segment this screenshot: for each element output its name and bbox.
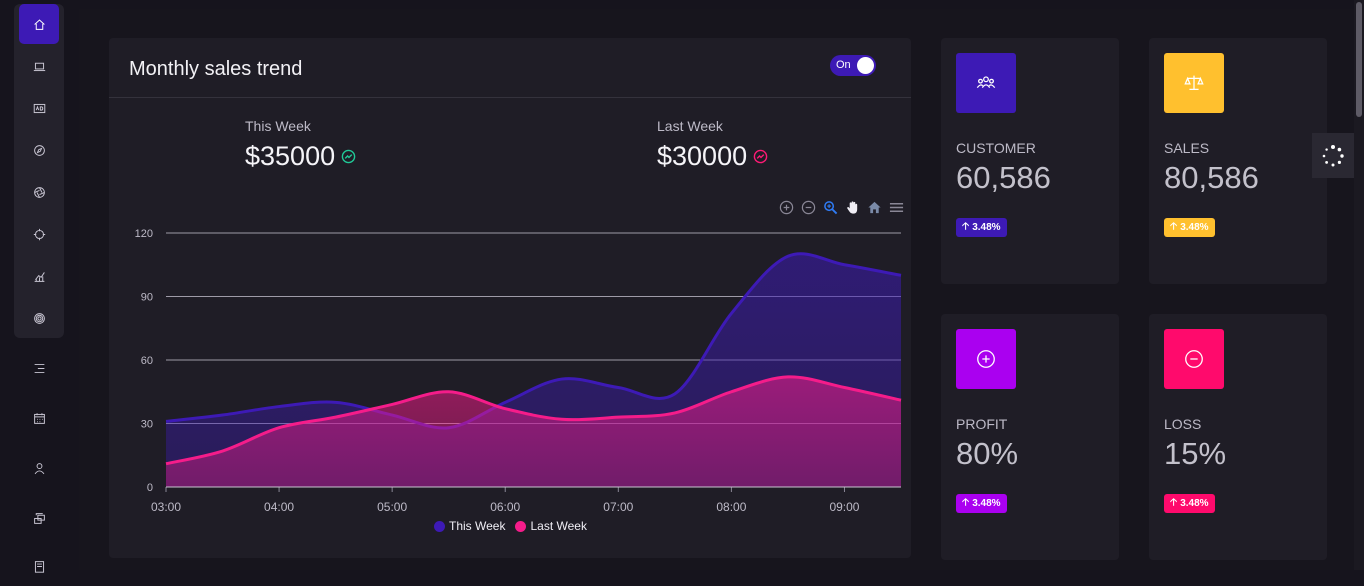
customer-label: CUSTOMER: [956, 140, 1036, 156]
sidebar-item-compass[interactable]: [19, 130, 59, 170]
sidebar-item-document[interactable]: [19, 546, 59, 586]
menu-icon: [33, 362, 46, 375]
sidebar-item-ads[interactable]: [19, 88, 59, 128]
loss-growth-badge: 🡡3.48%: [1164, 494, 1215, 513]
sales-icon-box: [1164, 53, 1224, 113]
page-scrollbar[interactable]: [1354, 0, 1364, 570]
arrow-up-icon: 🡡: [1170, 495, 1177, 512]
customer-growth-value: 3.48%: [972, 222, 1000, 233]
sidebar-item-user[interactable]: [19, 448, 59, 488]
y-tick-label: 0: [147, 482, 153, 494]
x-tick-label: 06:00: [490, 500, 520, 514]
ad-icon: [33, 102, 46, 115]
sales-label: SALES: [1164, 140, 1209, 156]
sales-trend-card: Monthly sales trend On This Week $35000 …: [109, 38, 911, 558]
spinner-icon: [1321, 144, 1345, 168]
loss-card: LOSS 15% 🡡3.48%: [1149, 314, 1327, 560]
sidebar-item-home[interactable]: [19, 4, 59, 44]
customer-icon-box: [956, 53, 1016, 113]
crosshair-icon: [33, 228, 46, 241]
x-tick-label: 07:00: [603, 500, 633, 514]
laptop-icon: [33, 60, 46, 73]
minus-circle-icon: [1183, 348, 1205, 370]
legend-item-last-week[interactable]: Last Week: [515, 519, 586, 533]
y-tick-label: 30: [141, 419, 153, 431]
chart-legend: This Week Last Week: [434, 519, 587, 533]
y-tick-label: 120: [135, 228, 153, 240]
arrow-up-icon: 🡡: [962, 219, 969, 236]
x-tick-label: 09:00: [829, 500, 859, 514]
legend-label-last-week: Last Week: [530, 519, 586, 533]
user-icon: [33, 462, 46, 475]
loss-icon-box: [1164, 329, 1224, 389]
plus-circle-icon: [975, 348, 997, 370]
legend-label-this-week: This Week: [449, 519, 505, 533]
sidebar-item-charts[interactable]: [19, 256, 59, 296]
x-tick-label: 05:00: [377, 500, 407, 514]
legend-item-this-week[interactable]: This Week: [434, 519, 505, 533]
x-tick-label: 03:00: [151, 500, 181, 514]
target-icon: [33, 312, 46, 325]
loss-label: LOSS: [1164, 416, 1201, 432]
loss-value: 15%: [1164, 436, 1226, 472]
chart-icon: [33, 270, 46, 283]
profit-growth-value: 3.48%: [972, 498, 1000, 509]
profit-value: 80%: [956, 436, 1018, 472]
loss-growth-value: 3.48%: [1180, 498, 1208, 509]
scale-icon: [1183, 72, 1205, 94]
customer-growth-badge: 🡡3.48%: [956, 218, 1007, 237]
customer-card: CUSTOMER 60,586 🡡3.48%: [941, 38, 1119, 284]
profit-growth-badge: 🡡3.48%: [956, 494, 1007, 513]
x-tick-label: 08:00: [716, 500, 746, 514]
aperture-icon: [33, 186, 46, 199]
sidebar-item-calendar[interactable]: [19, 398, 59, 438]
sales-area-chart: 0 30 60 90 120 03:00 04:00 05:00 06:00 07:00 08:00…: [109, 38, 911, 518]
arrow-up-icon: 🡡: [1170, 219, 1177, 236]
legend-marker-last-week: [515, 521, 526, 532]
sidebar-item-laptop[interactable]: [19, 46, 59, 86]
sales-card: SALES 80,586 🡡3.48%: [1149, 38, 1327, 284]
legend-marker-this-week: [434, 521, 445, 532]
layers-icon: [33, 512, 46, 525]
scrollbar-thumb[interactable]: [1356, 2, 1362, 117]
sidebar-nav-group: [14, 4, 64, 338]
profit-label: PROFIT: [956, 416, 1007, 432]
sidebar-item-target[interactable]: [19, 298, 59, 338]
users-icon: [975, 72, 997, 94]
profit-icon-box: [956, 329, 1016, 389]
sales-growth-badge: 🡡3.48%: [1164, 218, 1215, 237]
sidebar: [0, 0, 79, 570]
sidebar-item-layers[interactable]: [19, 498, 59, 538]
home-icon: [33, 18, 46, 31]
customer-value: 60,586: [956, 160, 1051, 196]
settings-loader-button[interactable]: [1312, 133, 1354, 178]
sidebar-item-crosshair[interactable]: [19, 214, 59, 254]
sales-value: 80,586: [1164, 160, 1259, 196]
sidebar-item-menu[interactable]: [19, 348, 59, 388]
sidebar-item-aperture[interactable]: [19, 172, 59, 212]
profit-card: PROFIT 80% 🡡3.48%: [941, 314, 1119, 560]
y-tick-label: 60: [141, 355, 153, 367]
compass-icon: [33, 144, 46, 157]
arrow-up-icon: 🡡: [962, 495, 969, 512]
document-icon: [33, 560, 46, 573]
x-tick-label: 04:00: [264, 500, 294, 514]
calendar-icon: [33, 412, 46, 425]
y-tick-label: 90: [141, 292, 153, 304]
sales-growth-value: 3.48%: [1180, 222, 1208, 233]
